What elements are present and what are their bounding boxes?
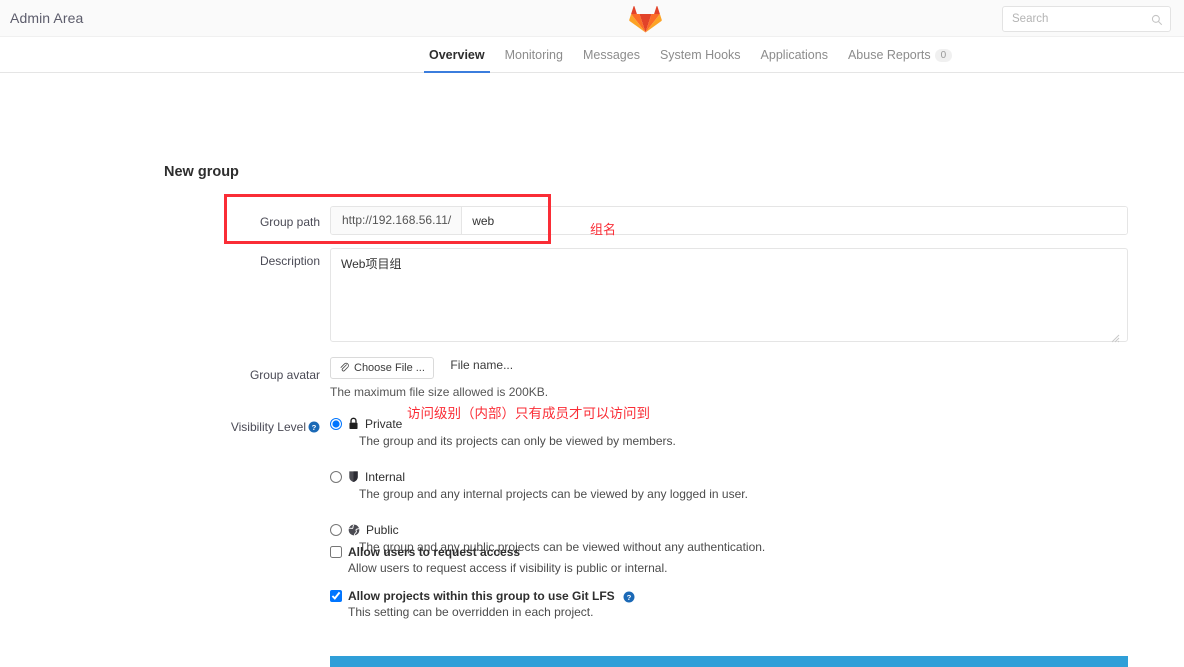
tab-monitoring-label: Monitoring	[504, 48, 563, 62]
search-input[interactable]	[1003, 7, 1143, 31]
paperclip-icon	[339, 362, 349, 375]
group-avatar-label: Group avatar	[249, 368, 320, 382]
request-access-row: Allow users to request access Allow user…	[226, 545, 1128, 585]
tab-applications-label: Applications	[760, 48, 828, 62]
group-avatar-row: Group avatar Choose File ... File name..…	[226, 357, 1128, 415]
request-access-description: Allow users to request access if visibil…	[348, 561, 668, 575]
git-lfs-description: This setting can be overridden in each p…	[348, 605, 594, 619]
choose-file-label: Choose File ...	[354, 362, 425, 374]
svg-text:?: ?	[312, 423, 317, 432]
tab-applications[interactable]: Applications	[751, 37, 838, 73]
visibility-desc-private: The group and its projects can only be v…	[359, 434, 676, 448]
group-info-callout: A group is a collection of several proje…	[330, 656, 1128, 667]
lock-icon	[348, 417, 359, 430]
description-textarea[interactable]	[330, 248, 1128, 342]
file-name-text: File name...	[450, 357, 514, 372]
git-lfs-label: Allow projects within this group to use …	[348, 589, 615, 603]
visibility-name-private: Private	[365, 416, 403, 431]
visibility-level-label-text: Visibility Level	[230, 420, 306, 434]
git-lfs-checkbox[interactable]	[330, 590, 342, 602]
visibility-name-internal: Internal	[365, 469, 406, 484]
group-path-label: Group path	[259, 215, 320, 229]
tab-monitoring[interactable]: Monitoring	[495, 37, 573, 73]
page-title: New group	[164, 164, 239, 180]
svg-text:?: ?	[626, 593, 631, 602]
choose-file-button[interactable]: Choose File ...	[330, 357, 434, 379]
gitlab-logo-icon[interactable]	[629, 2, 662, 33]
tab-system-hooks[interactable]: System Hooks	[650, 37, 751, 73]
annotation-text-visibility: 访问级别（内部）只有成员才可以访问到	[407, 406, 650, 422]
visibility-level-row: Visibility Level ? Private The group and…	[226, 415, 1128, 555]
admin-tabbar: Overview Monitoring Messages System Hook…	[0, 37, 1184, 73]
question-circle-icon-visibility[interactable]: ?	[308, 421, 320, 433]
git-lfs-row: Allow projects within this group to use …	[226, 589, 1128, 629]
tab-list: Overview Monitoring Messages System Hook…	[419, 37, 962, 73]
group-path-prefix: http://192.168.56.11/	[331, 207, 463, 234]
visibility-radio-internal[interactable]	[330, 470, 342, 483]
group-path-row: Group path http://192.168.56.11/	[226, 206, 1128, 248]
visibility-level-label: Visibility Level ?	[226, 419, 320, 435]
annotation-text-group-name: 组名	[590, 223, 617, 238]
group-path-field[interactable]: http://192.168.56.11/	[330, 206, 1128, 235]
avatar-max-size-note: The maximum file size allowed is 200KB.	[330, 385, 549, 399]
question-circle-icon-git-lfs[interactable]: ?	[623, 590, 635, 603]
visibility-radio-public[interactable]	[330, 523, 342, 536]
description-row: Description	[226, 248, 1128, 357]
search-box[interactable]	[1002, 6, 1171, 32]
globe-icon	[348, 524, 360, 536]
search-icon	[1151, 13, 1163, 26]
request-access-label: Allow users to request access	[348, 545, 521, 559]
visibility-radio-private[interactable]	[330, 417, 342, 430]
visibility-desc-internal: The group and any internal projects can …	[359, 487, 748, 501]
tab-overview[interactable]: Overview	[419, 37, 495, 73]
group-path-input[interactable]	[462, 207, 1127, 234]
request-access-checkbox[interactable]	[330, 546, 342, 558]
tab-abuse-reports[interactable]: Abuse Reports 0	[838, 37, 962, 73]
new-group-form: Group path http://192.168.56.11/ Descrip…	[226, 206, 1128, 633]
top-navbar: Admin Area	[0, 0, 1184, 37]
visibility-name-public: Public	[366, 522, 399, 537]
admin-area-title: Admin Area	[10, 10, 84, 26]
tab-abuse-reports-label: Abuse Reports	[847, 48, 931, 62]
tab-messages[interactable]: Messages	[573, 37, 650, 73]
abuse-reports-count-badge: 0	[934, 49, 953, 62]
description-label: Description	[259, 254, 320, 268]
visibility-option-internal[interactable]: Internal The group and any internal proj…	[330, 468, 1128, 501]
shield-icon	[348, 470, 359, 483]
tab-messages-label: Messages	[582, 48, 640, 62]
tab-system-hooks-label: System Hooks	[659, 48, 741, 62]
tab-overview-label: Overview	[429, 48, 485, 62]
